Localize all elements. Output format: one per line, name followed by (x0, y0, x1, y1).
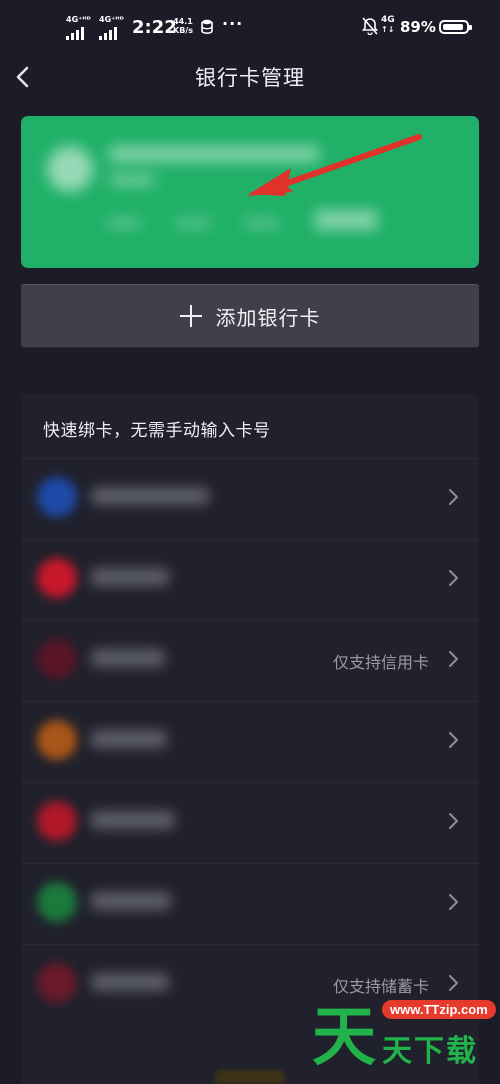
bank-logo-icon (37, 801, 77, 841)
bank-name-blurred (91, 973, 169, 991)
more-notifications-icon: ··· (222, 14, 244, 33)
bank-name-blurred (91, 811, 175, 829)
speed-unit: KB/s (173, 26, 193, 35)
page-title: 银行卡管理 (195, 66, 305, 90)
watermark-url: www.TTzip.com (382, 1000, 496, 1019)
clock: 2:22 (132, 17, 177, 38)
red-arrow-annotation (247, 134, 422, 196)
quick-bind-panel: 快速绑卡，无需手动输入卡号 仅支持信用卡 仅支持储蓄卡 (21, 394, 479, 1084)
database-icon (201, 19, 213, 34)
network-type-label: 4G⁺ᴴᴰ (99, 15, 124, 24)
bank-name-blurred (91, 892, 171, 910)
network-type-label: 4G (381, 15, 395, 25)
chevron-right-icon (449, 813, 458, 829)
chevron-right-icon (449, 894, 458, 910)
network-speed: 44.1 KB/s (173, 17, 193, 35)
bank-name-blurred (91, 568, 169, 586)
status-bar: 4G⁺ᴴᴰ 4G⁺ᴴᴰ 2:22 44.1 KB/s ··· 4G ↑↓ 89% (0, 0, 500, 56)
chevron-right-icon (449, 570, 458, 586)
chevron-right-icon (449, 489, 458, 505)
signal-icon-sim2: 4G⁺ᴴᴰ (99, 16, 124, 40)
watermark-logo-char: 天 (312, 1001, 376, 1075)
signal-icon-sim1: 4G⁺ᴴᴰ (66, 16, 91, 40)
cellular-4g-icon: 4G ↑↓ (381, 15, 395, 34)
bank-logo-icon (37, 720, 77, 760)
bank-list-item[interactable] (21, 701, 479, 782)
chevron-right-icon (449, 732, 458, 748)
bank-logo-icon (37, 477, 77, 517)
watermark-text: 天下载 (382, 1034, 478, 1069)
bank-logo-icon (37, 882, 77, 922)
plus-icon (179, 305, 202, 327)
battery-percent: 89% (400, 18, 436, 36)
bank-logo-icon (37, 963, 77, 1003)
bound-bank-card[interactable] (21, 116, 479, 268)
chevron-right-icon (449, 651, 458, 667)
site-watermark: 天 www.TTzip.com 天下载 (312, 992, 496, 1075)
bank-name-blurred (91, 487, 209, 505)
bank-list-item[interactable] (21, 539, 479, 620)
bell-muted-icon (362, 17, 378, 35)
add-bank-card-button[interactable]: 添加银行卡 (21, 284, 479, 348)
card-support-note: 仅支持信用卡 (332, 653, 429, 672)
bank-logo-icon (37, 558, 77, 598)
navigation-bar: 银行卡管理 (0, 56, 500, 100)
network-type-label: 4G⁺ᴴᴰ (66, 15, 91, 24)
bank-list-item[interactable]: 仅支持信用卡 (21, 620, 479, 701)
bank-list-item[interactable] (21, 458, 479, 539)
add-bank-card-label: 添加银行卡 (215, 305, 321, 330)
bank-list: 仅支持信用卡 仅支持储蓄卡 (21, 458, 479, 1025)
bank-list-item[interactable] (21, 863, 479, 944)
chevron-right-icon (449, 975, 458, 991)
bottom-decoration (215, 1070, 285, 1084)
quick-bind-title: 快速绑卡，无需手动输入卡号 (43, 421, 271, 441)
bank-logo-icon (37, 639, 77, 679)
bank-name-blurred (91, 730, 167, 748)
bank-list-item[interactable] (21, 782, 479, 863)
bank-name-blurred (91, 649, 165, 667)
speed-value: 44.1 (173, 17, 193, 26)
battery-icon (439, 20, 472, 34)
